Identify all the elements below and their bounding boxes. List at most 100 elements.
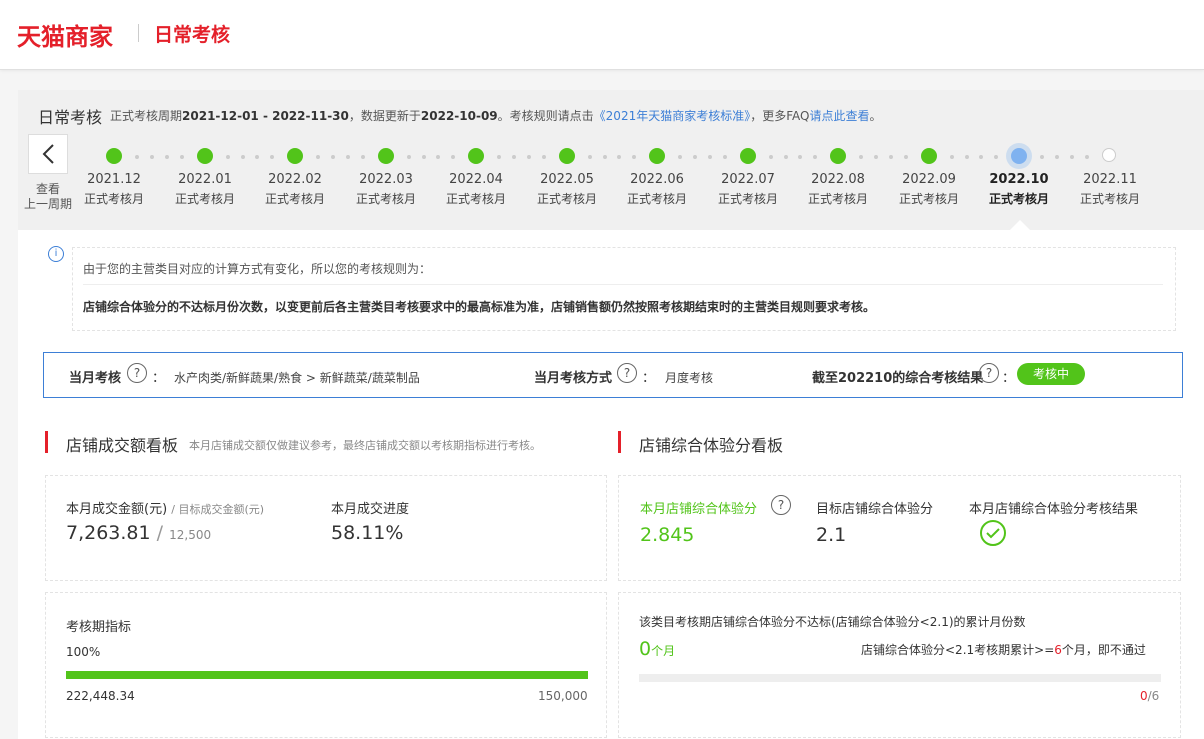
timeline-label[interactable]: 正式考核月 — [798, 190, 878, 207]
previous-cycle-label[interactable]: 查看 上一周期 — [20, 182, 76, 212]
timeline-date[interactable]: 2021.12 — [74, 172, 154, 187]
amount-label-text: 本月成交金额(元) — [66, 502, 168, 517]
timeline-connector-dot — [587, 155, 592, 159]
timeline-dot[interactable] — [106, 148, 122, 164]
desc-end: 。 — [869, 109, 882, 123]
timeline-dot[interactable] — [287, 148, 303, 164]
period-range: 2021-12-01 - 2022-11-30 — [182, 109, 349, 123]
timeline-date[interactable]: 2022.05 — [527, 172, 607, 187]
rule-link[interactable]: 《2021年天猫商家考核标准》 — [594, 109, 751, 123]
experience-board-title: 店铺综合体验分看板 — [639, 436, 784, 455]
timeline-dot[interactable] — [740, 148, 756, 164]
timeline-date[interactable]: 2022.06 — [617, 172, 697, 187]
period-target: 150,000 — [538, 689, 588, 703]
fail-progress-bar — [639, 674, 1161, 682]
timeline-label[interactable]: 正式考核月 — [346, 190, 426, 207]
sales-board-title: 店铺成交额看板 — [66, 436, 179, 455]
timeline-connector-dot — [421, 155, 426, 159]
month-exam-colon: ： — [152, 371, 166, 386]
timeline-dot[interactable] — [1102, 148, 1116, 162]
help-icon[interactable]: ? — [127, 363, 147, 383]
period-prefix: 正式考核周期 — [110, 109, 183, 123]
help-icon[interactable]: ? — [617, 363, 637, 383]
timeline-date[interactable]: 2022.09 — [889, 172, 969, 187]
timeline-date[interactable]: 2022.08 — [798, 172, 878, 187]
timeline-label[interactable]: 正式考核月 — [74, 190, 154, 207]
page-title: 日常考核 — [154, 24, 231, 46]
timeline-connector-dot — [180, 155, 184, 159]
timeline-dot[interactable] — [378, 148, 394, 164]
progress-label: 本月成交进度 — [331, 502, 410, 517]
timeline-connector-dot — [331, 155, 335, 159]
timeline-dot[interactable] — [649, 148, 665, 164]
timeline-connector-dot — [1055, 155, 1059, 159]
timeline-connector-dot — [889, 155, 893, 159]
score-result-label: 本月店铺综合体验分考核结果 — [969, 502, 1139, 517]
notice-line1: 由于您的主营类目对应的计算方式有变化，所以您的考核规则为： — [83, 262, 432, 276]
fail-count-fraction: 0/6 — [1140, 689, 1159, 703]
timeline-connector-dot — [708, 155, 712, 159]
target-score-label: 目标店铺综合体验分 — [816, 502, 934, 517]
timeline-date[interactable]: 2022.01 — [165, 172, 245, 187]
exam-method: 月度考核 — [665, 371, 714, 385]
timeline-dot[interactable] — [830, 148, 846, 164]
timeline-label[interactable]: 正式考核月 — [255, 190, 335, 207]
score-label: 本月店铺综合体验分 — [640, 502, 758, 517]
timeline-date[interactable]: 2022.07 — [708, 172, 788, 187]
timeline-dot[interactable] — [559, 148, 575, 164]
faq-prefix: ，更多FAQ — [750, 109, 810, 123]
amount-slash: / — [156, 522, 164, 544]
timeline-connector-dot — [979, 155, 984, 159]
timeline-dot[interactable] — [468, 148, 484, 164]
timeline-connector-dot — [768, 155, 773, 159]
notice-line2: 店铺综合体验分的不达标月份次数，以变更前后各主营类目考核要求中的最高标准为准，店… — [83, 300, 876, 314]
fail-count-value: 0个月 — [639, 638, 675, 660]
timeline-connector-dot — [693, 155, 697, 159]
timeline-connector-dot — [542, 155, 546, 159]
previous-cycle-button[interactable] — [28, 134, 68, 174]
month-exam-label: 当月考核 — [69, 371, 122, 386]
timeline-date[interactable]: 2022.10 — [979, 172, 1059, 187]
fail-rule-prefix: 店铺综合体验分<2.1考核期累计>= — [861, 643, 1055, 657]
timeline-label[interactable]: 正式考核月 — [165, 190, 245, 207]
exam-result-colon: ： — [1002, 371, 1016, 386]
exam-result-label: 截至202210的综合考核结果 — [812, 371, 984, 386]
timeline-connector-dot — [270, 155, 275, 159]
timeline-connector-dot — [678, 155, 682, 159]
notice-divider — [83, 284, 1163, 285]
sales-board-note: 本月店铺成交额仅做建议参考，最终店铺成交额以考核期指标进行考核。 — [189, 439, 541, 452]
tmall-merchant-logo[interactable]: 天猫商家 — [17, 17, 113, 52]
timeline-date[interactable]: 2022.02 — [255, 172, 335, 187]
timeline-connector-dot — [497, 155, 501, 159]
timeline-connector-dot — [1040, 155, 1044, 159]
timeline-dot[interactable] — [921, 148, 937, 164]
timeline-date[interactable]: 2022.04 — [436, 172, 516, 187]
faq-link[interactable]: 请点此查看 — [809, 109, 869, 123]
period-progress-fill — [66, 671, 588, 679]
help-icon[interactable]: ? — [771, 495, 791, 515]
timeline-dot[interactable] — [197, 148, 213, 164]
rule-notice: 由于您的主营类目对应的计算方式有变化，所以您的考核规则为： 店铺综合体验分的不达… — [72, 247, 1176, 331]
timeline-date[interactable]: 2022.11 — [1070, 172, 1150, 187]
timeline-label[interactable]: 正式考核月 — [617, 190, 697, 207]
timeline-label[interactable]: 正式考核月 — [979, 190, 1059, 207]
target-label-text: / 目标成交金额(元) — [171, 503, 265, 516]
status-badge: 考核中 — [1017, 363, 1085, 385]
fail-months-unit: 个月 — [651, 644, 676, 658]
timeline-dot[interactable] — [1011, 148, 1027, 164]
timeline-connector-dot — [949, 155, 954, 159]
target-score-value: 2.1 — [816, 524, 847, 546]
section-marker — [618, 431, 621, 453]
update-prefix: ，数据更新于 — [348, 109, 421, 123]
timeline-connector-dot — [994, 155, 999, 159]
timeline-label[interactable]: 正式考核月 — [708, 190, 788, 207]
timeline-date[interactable]: 2022.03 — [346, 172, 426, 187]
fail-rule: 店铺综合体验分<2.1考核期累计>=6个月，即不通过 — [861, 641, 1146, 658]
progress-value: 58.11% — [331, 522, 404, 544]
timeline-label[interactable]: 正式考核月 — [527, 190, 607, 207]
timeline-label[interactable]: 正式考核月 — [436, 190, 516, 207]
help-icon[interactable]: ? — [979, 363, 999, 383]
section-title: 日常考核 — [38, 108, 103, 127]
timeline-label[interactable]: 正式考核月 — [1070, 190, 1150, 207]
timeline-label[interactable]: 正式考核月 — [889, 190, 969, 207]
